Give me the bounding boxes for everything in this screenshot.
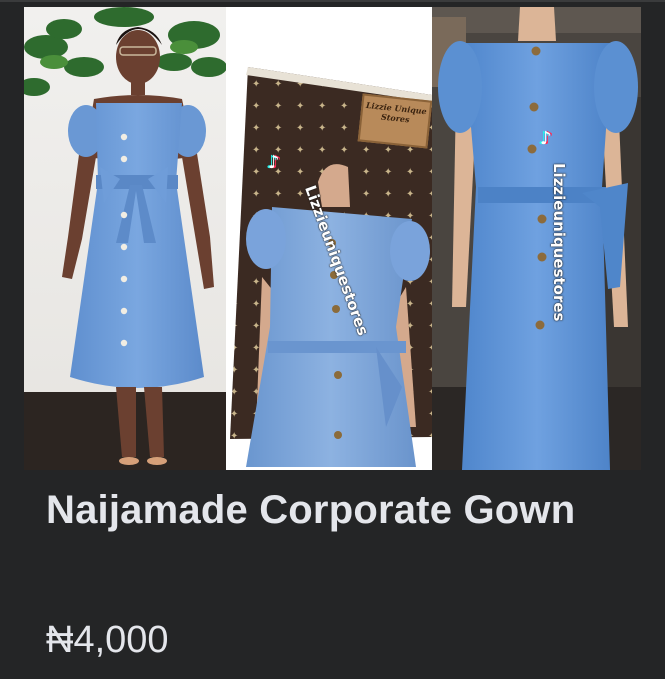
store-sign: Lizzie Unique Stores: [357, 93, 432, 149]
tiktok-icon: ♪: [540, 128, 552, 149]
listing-price: ₦4,000: [46, 619, 169, 661]
photo-panel-mannequin-left: ✦: [226, 7, 432, 470]
listing-photo[interactable]: ✦: [24, 7, 641, 470]
photo-panel-mannequin-right: ♪ Lizzieuniquestores: [432, 7, 641, 470]
photo-panel-model: [24, 7, 226, 470]
mannequin-front-illustration: [432, 7, 641, 470]
tiktok-icon: ♪: [268, 152, 280, 173]
listing-title[interactable]: Naijamade Corporate Gown: [46, 484, 646, 536]
model-photo-illustration: [24, 7, 226, 470]
marketplace-listing-card[interactable]: ✦: [0, 2, 665, 679]
watermark-text: Lizzieuniquestores: [550, 163, 568, 322]
